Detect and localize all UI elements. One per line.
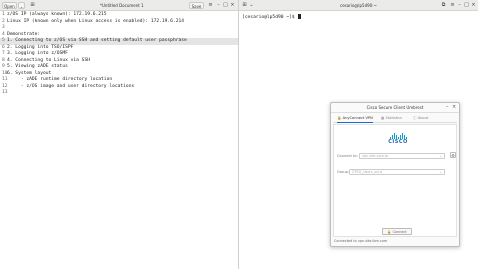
- editor-text-area[interactable]: 1 z/OS IP (always known): 172.19.6.215 2L…: [0, 12, 238, 97]
- vpn-client-dialog: Cisco Secure Client Umbrest – × 🔒 AnyCon…: [330, 102, 460, 247]
- terminal-output[interactable]: [cesario@lp5d90 ~]$: [242, 14, 302, 21]
- terminal-prompt: [cesario@lp5d90 ~]$: [242, 15, 298, 20]
- connect-to-label: Connect to:: [337, 154, 358, 158]
- close-icon[interactable]: ×: [452, 105, 456, 110]
- chevron-down-icon[interactable]: ⌄: [249, 3, 254, 8]
- new-tab-icon[interactable]: ⊞: [242, 3, 247, 8]
- chevron-down-icon[interactable]: ⌄: [439, 170, 442, 175]
- chevron-down-icon[interactable]: ⌄: [439, 154, 442, 159]
- group-label: Group:: [337, 170, 350, 174]
- maximize-icon[interactable]: □: [464, 3, 469, 8]
- minimize-icon[interactable]: –: [457, 3, 462, 8]
- group-value: ZTRG_Users_ssl-a: [352, 170, 383, 174]
- tab-anyconnect-vpn[interactable]: 🔒 AnyConnect VPN: [337, 114, 373, 123]
- new-tab-icon[interactable]: ⊞: [30, 3, 35, 8]
- gear-icon[interactable]: ⚙: [450, 152, 456, 158]
- terminal-title: cesario@lp5d90:~: [340, 3, 377, 8]
- open-dropdown-button[interactable]: ⌄: [18, 2, 25, 9]
- terminal-titlebar: ⊞ ⌄ cesario@lp5d90:~ ⧉ ≡ – □ ×: [239, 0, 478, 11]
- connect-to-field[interactable]: vpn.site.com.br ⌄: [359, 153, 445, 159]
- cisco-logo: CISCO: [386, 133, 410, 145]
- editor-title: *Untitled Document 1: [100, 3, 144, 8]
- connection-status: Connected to vpn.site.ibm.com: [334, 239, 388, 243]
- connect-to-value: vpn.site.com.br: [362, 154, 389, 158]
- vpn-panel: CISCO Connect to: vpn.site.com.br ⌄ ⚙ Gro…: [333, 124, 457, 237]
- dialog-title: Cisco Secure Client Umbrest: [331, 103, 459, 113]
- editor-line: 13: [2, 90, 8, 95]
- tab-label: AnyConnect VPN: [342, 116, 373, 120]
- tab-statistics[interactable]: ▦ Statistics: [381, 114, 402, 122]
- menu-icon[interactable]: ≡: [208, 3, 213, 8]
- dialog-tabs: 🔒 AnyConnect VPN ▦ Statistics ⓘ About: [333, 114, 457, 123]
- connect-button[interactable]: 🔒 Connect: [382, 228, 412, 235]
- menu-icon[interactable]: ≡: [450, 3, 455, 8]
- minimize-icon[interactable]: –: [446, 105, 449, 110]
- close-icon[interactable]: ×: [471, 3, 476, 8]
- connect-button-label: Connect: [392, 230, 407, 234]
- open-button[interactable]: Open: [2, 2, 17, 9]
- cisco-logo-text: CISCO: [388, 139, 408, 145]
- maximize-icon[interactable]: □: [223, 3, 228, 8]
- tab-label: About: [417, 116, 429, 120]
- editor-titlebar: Open ⌄ ⊞ *Untitled Document 1 Save ≡ – □…: [0, 0, 238, 11]
- save-button[interactable]: Save: [189, 2, 204, 9]
- tab-about[interactable]: ⓘ About: [413, 114, 428, 122]
- minimize-icon[interactable]: –: [216, 3, 221, 8]
- group-select[interactable]: ZTRG_Users_ssl-a ⌄: [349, 169, 445, 175]
- tab-label: Statistics: [385, 116, 402, 120]
- close-icon[interactable]: ×: [230, 3, 235, 8]
- terminal-cursor: [298, 14, 302, 19]
- text-editor-window: Open ⌄ ⊞ *Untitled Document 1 Save ≡ – □…: [0, 0, 239, 269]
- new-terminal-icon[interactable]: ⧉: [441, 3, 446, 8]
